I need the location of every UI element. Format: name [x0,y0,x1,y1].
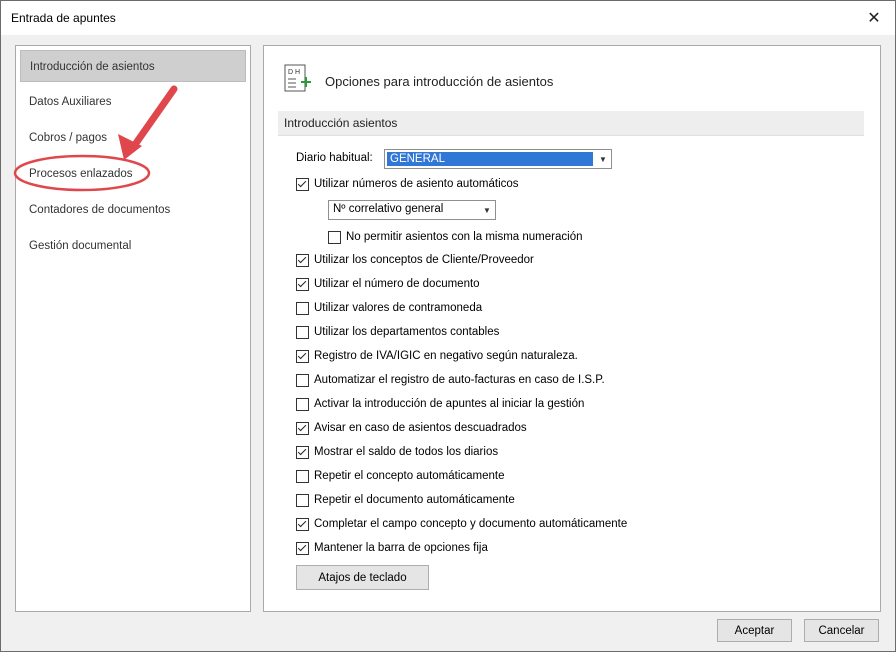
sidebar-item-introduccion[interactable]: Introducción de asientos [20,50,246,82]
sidebar-item-gestion-documental[interactable]: Gestión documental [20,230,246,262]
window-title: Entrada de apuntes [11,11,116,25]
chevron-down-icon[interactable]: ▼ [479,201,495,219]
numbering-selected-value: Nº correlativo general [333,203,444,215]
option-label: Utilizar valores de contramoneda [314,302,483,314]
option-label: Repetir el documento automáticamente [314,494,515,506]
accept-button[interactable]: Aceptar [717,619,792,642]
option-row[interactable]: Utilizar el número de documento [296,276,480,292]
checkbox[interactable] [296,445,309,459]
option-row[interactable]: Avisar en caso de asientos descuadrados [296,420,527,436]
checkbox[interactable] [296,325,309,339]
checkbox[interactable] [296,301,309,315]
options-panel: D H Opciones para introducción de asient… [263,45,881,612]
option-label: Repetir el concepto automáticamente [314,470,505,482]
checkbox[interactable] [328,230,341,244]
section-title: Introducción asientos [284,116,398,130]
option-row[interactable]: Utilizar los conceptos de Cliente/Provee… [296,252,534,268]
sidebar-item-datos-auxiliares[interactable]: Datos Auxiliares [20,86,246,118]
option-label: Activar la introducción de apuntes al in… [314,398,585,410]
diario-select[interactable]: GENERAL ▼ [384,149,612,169]
diario-label: Diario habitual: [296,152,373,164]
checkbox[interactable] [296,517,309,531]
checkbox[interactable] [296,373,309,387]
title-bar: Entrada de apuntes ✕ [1,1,895,35]
option-label: Utilizar el número de documento [314,278,480,290]
checkbox[interactable] [296,177,309,191]
option-label: Avisar en caso de asientos descuadrados [314,422,527,434]
option-label: No permitir asientos con la misma numera… [346,231,583,243]
chevron-down-icon[interactable]: ▼ [595,150,611,168]
diario-selected-value: GENERAL [387,152,593,166]
option-row[interactable]: Utilizar valores de contramoneda [296,300,482,316]
option-label: Completar el campo concepto y documento … [314,518,628,530]
page-title: Opciones para introducción de asientos [325,74,554,89]
option-label: Utilizar números de asiento automáticos [314,178,519,190]
sidebar-item-cobros-pagos[interactable]: Cobros / pagos [20,122,246,154]
option-label: Mantener la barra de opciones fija [314,542,488,554]
option-row[interactable]: Repetir el documento automáticamente [296,492,515,508]
option-row[interactable]: Utilizar los departamentos contables [296,324,499,340]
checkbox[interactable] [296,349,309,363]
sidebar: Introducción de asientos Datos Auxiliare… [15,45,251,612]
checkbox[interactable] [296,493,309,507]
cancel-button[interactable]: Cancelar [804,619,879,642]
option-row[interactable]: Repetir el concepto automáticamente [296,468,505,484]
checkbox[interactable] [296,277,309,291]
checkbox[interactable] [296,469,309,483]
sidebar-item-contadores[interactable]: Contadores de documentos [20,194,246,226]
option-row[interactable]: Utilizar números de asiento automáticos [296,176,519,192]
journal-icon-letters: D H [288,69,300,76]
option-label: Registro de IVA/IGIC en negativo según n… [314,350,578,362]
journal-entry-icon: D H [284,64,311,92]
numbering-select[interactable]: Nº correlativo general ▼ [328,200,496,220]
option-label: Utilizar los departamentos contables [314,326,500,338]
option-row[interactable]: Registro de IVA/IGIC en negativo según n… [296,348,578,364]
option-label: Utilizar los conceptos de Cliente/Provee… [314,254,534,266]
option-row[interactable]: Activar la introducción de apuntes al in… [296,396,584,412]
option-row[interactable]: Completar el campo concepto y documento … [296,516,627,532]
checkbox[interactable] [296,541,309,555]
shortcuts-button[interactable]: Atajos de teclado [296,565,429,590]
option-label: Automatizar el registro de auto-facturas… [314,374,605,386]
checkbox[interactable] [296,397,309,411]
sidebar-item-procesos-enlazados[interactable]: Procesos enlazados [20,158,246,190]
option-row[interactable]: Mostrar el saldo de todos los diarios [296,444,498,460]
close-icon[interactable]: ✕ [863,7,885,29]
checkbox[interactable] [296,421,309,435]
dialog-window: Entrada de apuntes ✕ Introducción de asi… [0,0,896,652]
section-header: Introducción asientos [278,111,864,136]
option-row[interactable]: Mantener la barra de opciones fija [296,540,488,556]
checkbox[interactable] [296,253,309,267]
option-label: Mostrar el saldo de todos los diarios [314,446,499,458]
option-row[interactable]: Automatizar el registro de auto-facturas… [296,372,605,388]
option-row[interactable]: No permitir asientos con la misma numera… [328,229,582,245]
